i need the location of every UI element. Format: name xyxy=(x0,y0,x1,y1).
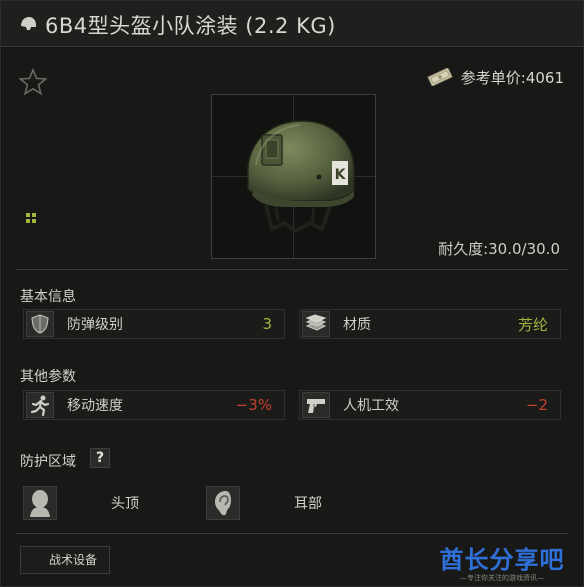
price-value: 4061 xyxy=(525,68,564,87)
zone-head-top: 头顶 xyxy=(23,485,193,521)
head-top-icon xyxy=(23,486,57,520)
item-inspect-window: 6B4型头盔小队涂装 (2.2 KG) 参考单价:4061 K 耐久度:30.0… xyxy=(0,0,584,587)
basic-info-title: 基本信息 xyxy=(20,289,76,305)
price-label: 参考单价: xyxy=(460,68,526,87)
item-preview: K xyxy=(211,94,376,259)
pistol-icon xyxy=(302,392,330,418)
divider xyxy=(16,269,568,270)
zone-label: 耳部 xyxy=(294,496,322,512)
stat-ergonomics: 人机工效 −2 xyxy=(299,390,561,420)
zone-ears: 耳部 xyxy=(206,485,376,521)
watermark-title: 酋长分享吧 xyxy=(439,546,565,574)
item-title: 6B4型头盔小队涂装 (2.2 KG) xyxy=(45,14,336,38)
stat-label: 移动速度 xyxy=(67,398,123,414)
stat-value: 芳纶 xyxy=(517,315,548,334)
divider xyxy=(16,533,568,534)
stat-value: −2 xyxy=(525,396,548,414)
stat-value: 3 xyxy=(262,315,272,333)
other-params-title: 其他参数 xyxy=(20,369,76,385)
item-details-panel: 参考单价:4061 K 耐久度:30.0/30.0 基本信息 防弹级别 3 材质… xyxy=(2,48,582,586)
stat-label: 防弹级别 xyxy=(67,317,123,333)
stat-value: −3% xyxy=(235,396,272,414)
tab-tactical-equipment[interactable]: 战术设备 xyxy=(20,546,110,574)
ear-icon xyxy=(206,486,240,520)
protection-zones-title: 防护区域 xyxy=(20,454,76,470)
watermark: 酋长分享吧 —专注你关注的游戏资讯— xyxy=(432,540,572,583)
money-icon xyxy=(427,68,453,86)
item-size-grid-icon xyxy=(26,213,36,223)
material-icon xyxy=(302,311,330,337)
armor-shield-icon xyxy=(26,311,54,337)
durability: 耐久度:30.0/30.0 xyxy=(438,238,560,259)
title-bar[interactable]: 6B4型头盔小队涂装 (2.2 KG) xyxy=(1,1,583,47)
stat-label: 人机工效 xyxy=(343,398,399,414)
zone-label: 头顶 xyxy=(111,496,139,512)
stat-material: 材质 芳纶 xyxy=(299,309,561,339)
durability-value: 30.0/30.0 xyxy=(488,240,560,258)
reference-price: 参考单价:4061 xyxy=(427,66,564,88)
running-man-icon xyxy=(26,392,54,418)
helmet-image: K xyxy=(247,120,355,234)
stat-label: 材质 xyxy=(343,317,371,333)
stat-armor-class: 防弹级别 3 xyxy=(23,309,285,339)
stat-move-speed: 移动速度 −3% xyxy=(23,390,285,420)
star-outline-icon[interactable] xyxy=(18,68,48,96)
helmet-icon xyxy=(21,17,36,30)
durability-label: 耐久度: xyxy=(438,240,489,258)
svg-text:K: K xyxy=(335,167,347,183)
help-button[interactable]: ? xyxy=(90,448,110,468)
